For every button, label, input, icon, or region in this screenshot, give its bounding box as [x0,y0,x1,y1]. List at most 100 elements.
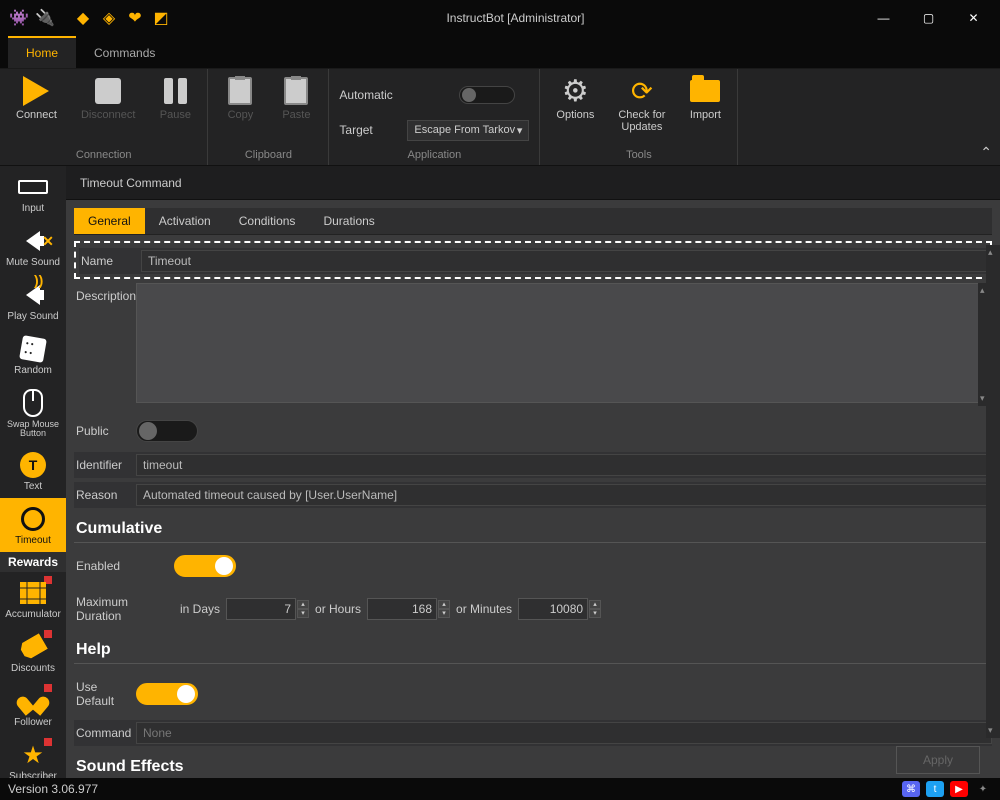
youtube-icon[interactable]: ▶ [950,781,968,797]
ribbon-group-connection: Connect Disconnect Pause Connection [0,69,208,165]
disconnect-button[interactable]: Disconnect [75,73,141,123]
discord-icon[interactable]: ⌘ [902,781,920,797]
ribbon-group-label: Tools [626,147,652,163]
target-select[interactable]: Escape From Tarkov ▾ [407,120,529,141]
menu-tab-home[interactable]: Home [8,36,76,68]
main-content: Timeout Command General Activation Condi… [66,166,1000,778]
ribbon-group-label: Clipboard [245,147,292,163]
app-icon-5: ❤ [126,9,144,27]
ribbon-group-label: Connection [76,147,132,163]
ribbon-collapse-button[interactable]: ⌃ [980,144,992,161]
mouse-icon [18,388,48,418]
options-button[interactable]: ⚙ Options [550,73,600,123]
identifier-input[interactable] [136,454,992,476]
identifier-label: Identifier [74,452,136,478]
apply-button[interactable]: Apply [896,746,980,774]
app-icon-6: ◩ [152,9,170,27]
stop-icon [92,75,124,107]
app-icon-3: ◆ [74,9,92,27]
max-duration-label: Maximum Duration [74,589,174,629]
status-bar: Version 3.06.977 ⌘ t ▶ ✦ [0,778,1000,800]
sidebar-item-follower[interactable]: Follower [0,680,66,734]
copy-button[interactable]: Copy [218,73,262,123]
tab-durations[interactable]: Durations [309,208,388,234]
connect-button[interactable]: Connect [10,73,63,123]
reason-input[interactable] [136,484,992,506]
check-updates-button[interactable]: ⟳ Check for Updates [612,73,671,135]
command-input [136,722,992,744]
sidebar-item-play-sound[interactable]: Play Sound [0,274,66,328]
minimize-button[interactable]: — [861,0,906,36]
form-scrollbar[interactable] [986,245,1000,738]
menu-bar: Home Commands [0,36,1000,69]
name-highlight: Name [74,241,992,279]
sidebar-item-input[interactable]: Input [0,166,66,220]
cumulative-heading: Cumulative [74,512,992,543]
copy-icon [224,75,256,107]
stopwatch-icon [18,504,48,534]
ribbon-group-clipboard: Copy Paste Clipboard [208,69,329,165]
grid-icon [18,578,48,608]
sidebar-item-mute-sound[interactable]: ✕Mute Sound [0,220,66,274]
hours-label: or Hours [309,602,367,616]
minutes-spinner[interactable]: ▴▾ [589,600,601,618]
dice-icon [18,334,48,364]
folder-icon [689,75,721,107]
use-default-toggle[interactable] [136,683,198,705]
help-heading: Help [74,633,992,664]
enabled-label: Enabled [74,553,174,579]
import-button[interactable]: Import [683,73,727,123]
panel-title: Timeout Command [66,166,1000,200]
tab-general[interactable]: General [74,208,145,234]
use-default-label: Use Default [74,674,136,714]
pause-button[interactable]: Pause [153,73,197,123]
hours-input[interactable] [367,598,437,620]
sidebar-section-rewards[interactable]: Rewards [0,552,66,572]
days-label: in Days [174,602,226,616]
description-input[interactable] [136,283,992,403]
minutes-input[interactable] [518,598,588,620]
paste-icon [280,75,312,107]
name-input[interactable] [141,250,987,272]
twitter-icon[interactable]: t [926,781,944,797]
speaker-play-icon [18,280,48,310]
sidebar-item-text[interactable]: TText [0,444,66,498]
sidebar-item-random[interactable]: Random [0,328,66,382]
notification-dot [44,738,52,746]
speaker-mute-icon: ✕ [18,226,48,256]
public-toggle[interactable] [136,420,198,442]
menu-tab-commands[interactable]: Commands [76,38,173,68]
days-input[interactable] [226,598,296,620]
gear-icon: ⚙ [559,75,591,107]
hours-spinner[interactable]: ▴▾ [438,600,450,618]
play-icon [20,75,52,107]
sidebar-item-discounts[interactable]: Discounts [0,626,66,680]
tab-conditions[interactable]: Conditions [225,208,310,234]
close-button[interactable]: ✕ [951,0,996,36]
panel-tabs: General Activation Conditions Durations [74,208,992,235]
cumulative-enabled-toggle[interactable] [174,555,236,577]
paste-button[interactable]: Paste [274,73,318,123]
misc-icon[interactable]: ✦ [974,781,992,797]
pause-icon [159,75,191,107]
description-label: Description [74,283,136,309]
notification-dot [44,630,52,638]
sidebar-item-accumulator[interactable]: Accumulator [0,572,66,626]
ribbon-group-application: Automatic Target Escape From Tarkov ▾ Ap… [329,69,540,165]
notification-dot [44,684,52,692]
automatic-toggle[interactable] [459,86,515,104]
app-icon-4: ◈ [100,9,118,27]
status-icons: ⌘ t ▶ ✦ [902,781,992,797]
sidebar-item-subscriber[interactable]: ★Subscriber [0,734,66,778]
titlebar-app-icons: 👾 🔌 ◆ ◈ ❤ ◩ [10,9,170,27]
minutes-label: or Minutes [450,602,518,616]
days-spinner[interactable]: ▴▾ [297,600,309,618]
sidebar-item-swap-mouse[interactable]: Swap Mouse Button [0,382,66,444]
ribbon-group-label: Application [407,147,461,163]
sidebar-item-timeout[interactable]: Timeout [0,498,66,552]
maximize-button[interactable]: ▢ [906,0,951,36]
form: Name Description Public Identifier Reaso… [66,235,1000,778]
heart-icon [18,686,48,716]
tab-activation[interactable]: Activation [145,208,225,234]
public-label: Public [74,418,136,444]
